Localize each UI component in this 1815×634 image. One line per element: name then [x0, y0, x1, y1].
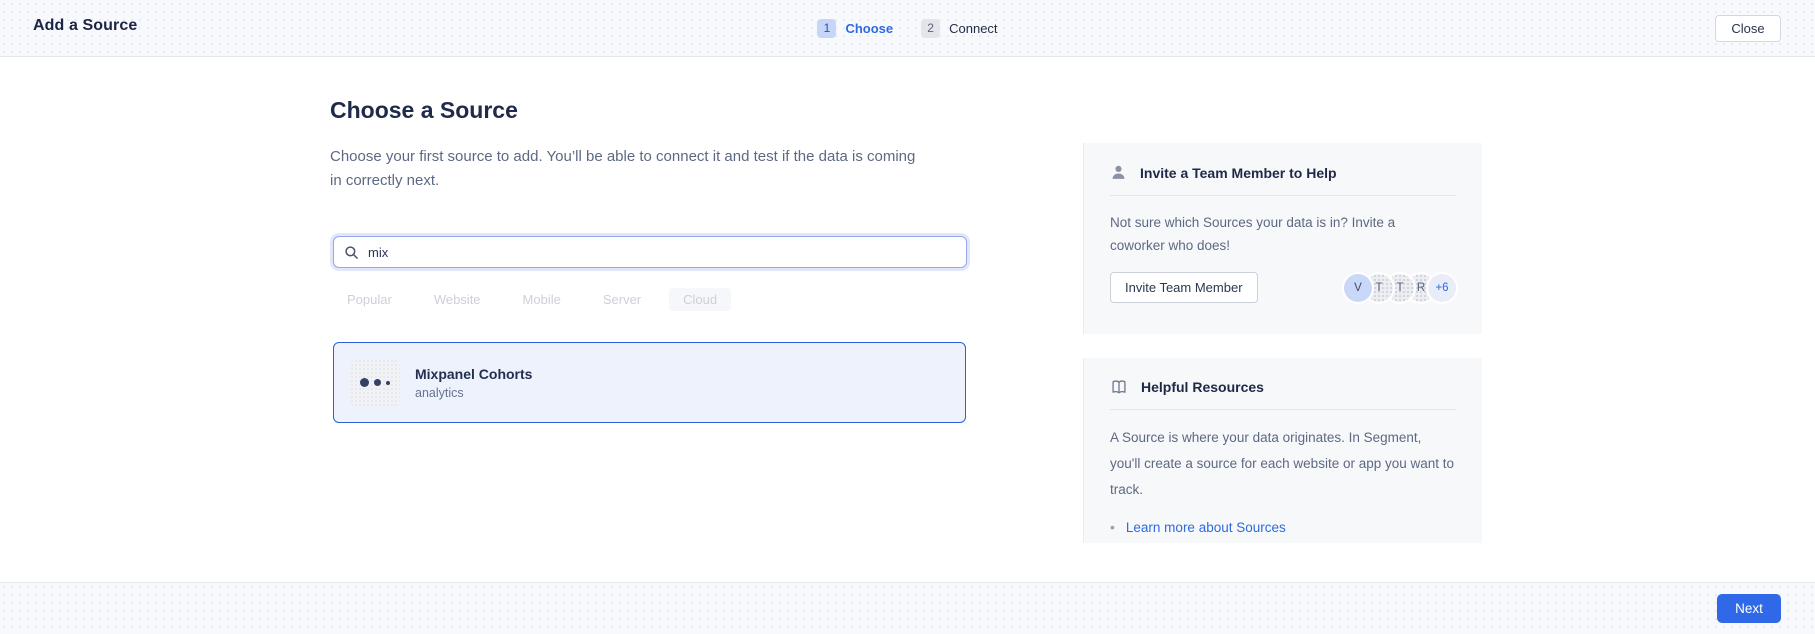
step-number-badge: 2 — [921, 19, 940, 38]
step-label: Connect — [949, 21, 997, 36]
step-connect[interactable]: 2 Connect — [921, 19, 997, 38]
avatar: V — [1344, 274, 1372, 302]
header-bar: Add a Source 1 Choose 2 Connect Close — [0, 0, 1815, 57]
resources-panel-text: A Source is where your data originates. … — [1110, 425, 1455, 503]
person-icon — [1110, 164, 1127, 181]
page-description: Choose your first source to add. You’ll … — [330, 145, 930, 193]
invite-panel-text: Not sure which Sources your data is in? … — [1110, 211, 1440, 257]
step-label: Choose — [845, 21, 893, 36]
step-number-badge: 1 — [817, 19, 836, 38]
step-choose[interactable]: 1 Choose — [817, 19, 893, 38]
divider — [1110, 195, 1456, 196]
category-tabs: Popular Website Mobile Server Cloud — [333, 287, 731, 311]
wizard-stepper: 1 Choose 2 Connect — [817, 19, 997, 38]
resource-list-item: • Learn more about Sources — [1110, 519, 1456, 535]
panel-header: Invite a Team Member to Help — [1110, 164, 1456, 181]
panel-header: Helpful Resources — [1110, 379, 1456, 395]
learn-more-sources-link[interactable]: Learn more about Sources — [1126, 520, 1286, 535]
resource-links-list: • Learn more about Sources — [1110, 519, 1456, 535]
tab-mobile[interactable]: Mobile — [509, 288, 575, 311]
divider — [1110, 409, 1456, 410]
search-icon — [344, 245, 359, 260]
avatar-overflow-count: +6 — [1428, 274, 1456, 302]
window-title: Add a Source — [33, 17, 137, 35]
mixpanel-dots-logo-icon — [350, 359, 400, 407]
source-card-text: Mixpanel Cohorts analytics — [415, 366, 532, 400]
bullet-dot: • — [1110, 519, 1115, 535]
source-name: Mixpanel Cohorts — [415, 366, 532, 382]
book-icon — [1110, 379, 1128, 395]
tab-website[interactable]: Website — [420, 288, 495, 311]
next-button[interactable]: Next — [1717, 594, 1781, 623]
source-category: analytics — [415, 386, 532, 400]
panel-title: Invite a Team Member to Help — [1140, 165, 1337, 181]
tab-cloud[interactable]: Cloud — [669, 288, 731, 311]
source-result-mixpanel-cohorts[interactable]: Mixpanel Cohorts analytics — [333, 342, 966, 423]
source-search-box[interactable] — [333, 236, 967, 268]
helpful-resources-panel: Helpful Resources A Source is where your… — [1083, 358, 1482, 543]
content-area: Choose a Source Choose your first source… — [0, 57, 1815, 582]
invite-team-member-button[interactable]: Invite Team Member — [1110, 272, 1258, 303]
team-avatar-stack: V T T R +6 — [1344, 274, 1456, 302]
search-input[interactable] — [368, 245, 956, 260]
invite-actions-row: Invite Team Member V T T R +6 — [1110, 272, 1456, 303]
tab-popular[interactable]: Popular — [333, 288, 406, 311]
close-button[interactable]: Close — [1715, 15, 1781, 42]
invite-team-panel: Invite a Team Member to Help Not sure wh… — [1083, 143, 1482, 334]
footer-bar: Next — [0, 582, 1815, 634]
panel-title: Helpful Resources — [1141, 379, 1264, 395]
page-title: Choose a Source — [330, 97, 518, 124]
tab-server[interactable]: Server — [589, 288, 655, 311]
